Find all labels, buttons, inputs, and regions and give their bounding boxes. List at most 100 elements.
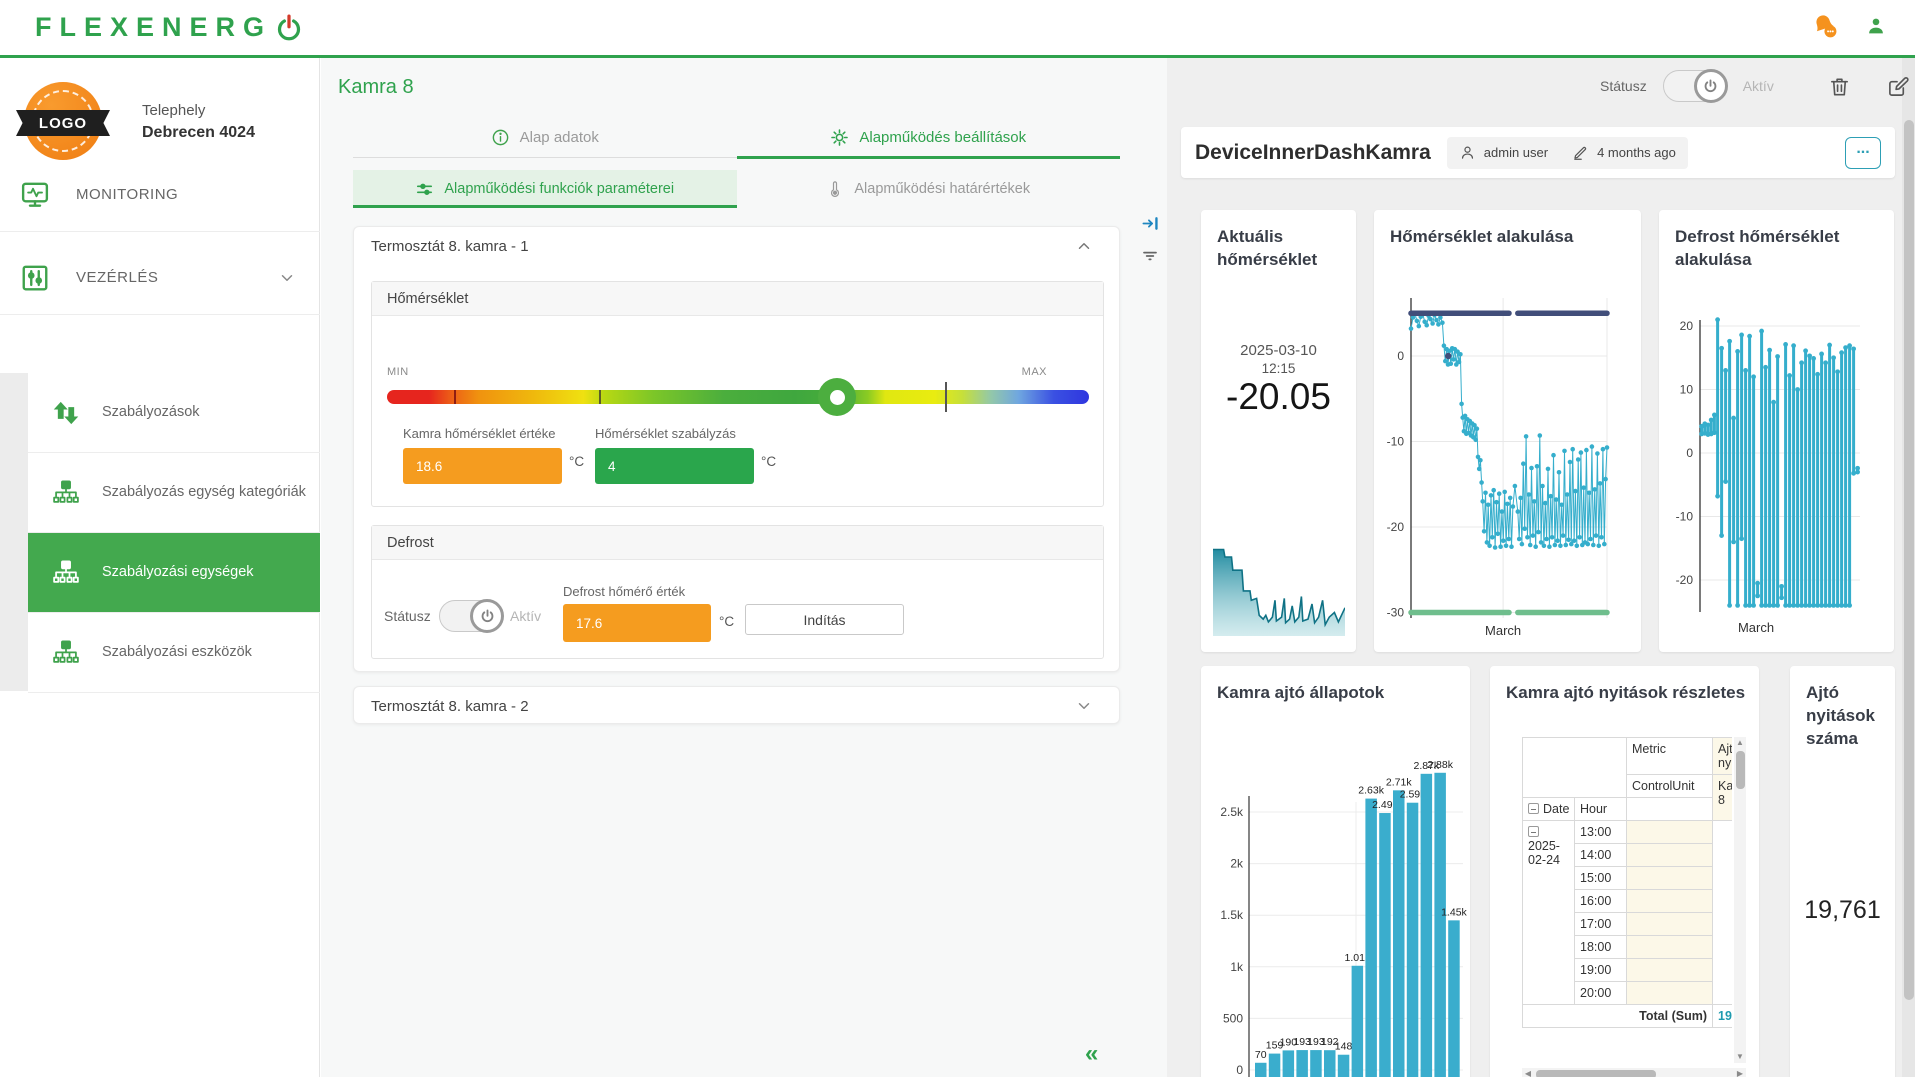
company-logo: LOGO	[20, 74, 106, 170]
slider-tick-high	[945, 382, 947, 412]
current-temp-title: Aktuális hőmérséklet	[1201, 210, 1356, 272]
notifications-bell-icon[interactable]	[1809, 12, 1839, 40]
temperature-section-title: Hőmérséklet	[372, 282, 1103, 316]
subtab-funkciok-parameterei[interactable]: Alapműködési funkciók paraméterei	[353, 170, 737, 208]
defrost-status-label: Státusz	[384, 608, 431, 624]
subtab-bar: Alapműködési funkciók paramétereiAlapműk…	[353, 170, 1120, 208]
thermostat-1-title: Termosztát 8. kamra - 1	[371, 238, 529, 255]
scroll-right-icon[interactable]: ▶	[1734, 1068, 1746, 1077]
door-count-title: Ajtó nyitások száma	[1790, 666, 1895, 751]
pivot-hour-cell: 13:00	[1575, 821, 1627, 844]
svg-text:1.45k: 1.45k	[1441, 906, 1467, 918]
pivot-vscroll-thumb[interactable]	[1736, 751, 1745, 789]
pivot-value-cell	[1627, 844, 1713, 867]
hierarchy-icon	[52, 559, 80, 587]
pivot-metric-header: Metric	[1627, 738, 1713, 775]
tab-alapmukodes-beallitasok[interactable]: Alapműködés beállítások	[737, 118, 1121, 157]
temp-control-input[interactable]: 4	[595, 448, 754, 484]
svg-text:-10: -10	[1387, 435, 1405, 449]
sidebar-item-monitoring[interactable]: MONITORING	[0, 158, 320, 232]
pivot-controlunit-value: Kamra 8	[1713, 775, 1733, 821]
pivot-hour-header: Hour	[1575, 798, 1627, 821]
filter-icon[interactable]	[1141, 247, 1160, 265]
pivot-value-cell	[1627, 890, 1713, 913]
sidebar-item-vezerles[interactable]: VEZÉRLÉS	[0, 241, 320, 315]
pivot-hour-cell: 18:00	[1575, 936, 1627, 959]
gear-icon	[830, 128, 849, 147]
pivot-controlunit-header: ControlUnit	[1627, 775, 1713, 798]
scroll-left-icon[interactable]: ◀	[1522, 1068, 1534, 1077]
arrows-up-down-icon	[52, 399, 80, 427]
pivot-row: 2025-02-2413:00	[1523, 821, 1733, 844]
edit-icon[interactable]	[1887, 75, 1910, 98]
pivot-hscroll-thumb[interactable]	[1536, 1070, 1656, 1077]
dashboard-edited: 4 months ago	[1597, 145, 1676, 160]
temp-history-chart: 0-10-20-30March	[1374, 276, 1641, 646]
sidebar-item-label: Szabályozási eszközök	[102, 643, 266, 662]
user-profile-icon[interactable]	[1865, 15, 1887, 37]
dashboard-author: admin user	[1484, 145, 1548, 160]
defrost-history-title: Defrost hőmérséklet alakulása	[1659, 210, 1849, 272]
defrost-section-title: Defrost	[372, 526, 1103, 560]
pivot-hour-cell: 17:00	[1575, 913, 1627, 936]
thermostat-2-header[interactable]: Termosztát 8. kamra - 2	[354, 687, 1119, 723]
scroll-up-icon[interactable]: ▲	[1734, 737, 1746, 749]
defrost-status-toggle[interactable]	[439, 600, 503, 632]
pivot-date-header[interactable]: Date	[1523, 798, 1575, 821]
scroll-down-icon[interactable]: ▼	[1734, 1051, 1746, 1063]
door-states-card: Kamra ajtó állapotok 05001k1.5k2k2.5k701…	[1201, 666, 1470, 1077]
sliders-v-icon	[20, 263, 50, 293]
kamra-temp-label: Kamra hőmérséklet értéke	[403, 426, 562, 441]
pivot-date-cell[interactable]: 2025-02-24	[1523, 821, 1575, 1005]
sliders-h-icon	[415, 180, 434, 199]
svg-text:0: 0	[1397, 349, 1404, 363]
pivot-metric-value: Ajtó nyitások	[1713, 738, 1733, 775]
svg-text:-20: -20	[1676, 573, 1694, 587]
brand-text: FLEXENERG	[35, 12, 272, 43]
sidebar-item-szabalyozasok[interactable]: Szabályozások	[28, 373, 320, 453]
dashboard-scrollbar-thumb[interactable]	[1904, 120, 1914, 1000]
thermostat-1-card: Termosztát 8. kamra - 1 Hőmérséklet MIN …	[353, 226, 1120, 672]
sidebar-item-szabalyozasi-egysegek[interactable]: Szabályozási egységek	[28, 533, 320, 613]
svg-text:March: March	[1485, 623, 1521, 638]
pivot-hour-cell: 19:00	[1575, 959, 1627, 982]
arrow-to-bar-icon[interactable]	[1141, 214, 1160, 233]
defrost-temp-input[interactable]: 17.6	[563, 604, 711, 642]
current-temp-sparkline	[1213, 542, 1345, 638]
sidebar-item-szabalyozas-egyseg-kategoriak[interactable]: Szabályozás egység kategóriák	[28, 453, 320, 533]
submenu-indent-gutter	[0, 373, 28, 691]
defrost-temp-unit: °C	[719, 614, 734, 629]
panel-collapse-button[interactable]: «	[1085, 1040, 1098, 1068]
kamra-temp-input[interactable]: 18.6	[403, 448, 562, 484]
thermostat-2-title: Termosztát 8. kamra - 2	[371, 698, 529, 715]
pivot-total-label: Total (Sum)	[1523, 1005, 1713, 1028]
svg-text:2k: 2k	[1230, 857, 1244, 871]
temperature-slider[interactable]	[387, 390, 1089, 404]
svg-text:-10: -10	[1676, 510, 1694, 524]
sidebar-item-label: Szabályozások	[102, 403, 214, 422]
dashboard-scrollbar[interactable]	[1902, 58, 1915, 1077]
tab-alap-adatok[interactable]: Alap adatok	[353, 118, 737, 157]
defrost-start-button[interactable]: Indítás	[745, 604, 904, 635]
sidebar: LOGO Telephely Debrecen 4024 MONITORINGV…	[0, 58, 320, 1077]
temperature-slider-handle[interactable]	[818, 378, 856, 416]
device-status-toggle[interactable]	[1663, 70, 1727, 102]
brand-logo: FLEXENERG	[35, 12, 304, 43]
delete-icon[interactable]	[1828, 75, 1851, 98]
pivot-table: MetricAjtó nyitásokControlUnitKamra 8 Dat…	[1522, 737, 1732, 1028]
dashboard-menu-button[interactable]: ...	[1845, 137, 1881, 169]
main-content: Kamra 8 Alap adatokAlapműködés beállítás…	[321, 58, 1167, 1077]
power-icon	[479, 608, 496, 625]
sidebar-item-szabalyozasi-eszkozok[interactable]: Szabályozási eszközök	[28, 613, 320, 693]
tab-bar: Alap adatokAlapműködés beállítások	[353, 118, 1120, 158]
edited-pencil-icon	[1572, 144, 1589, 161]
temp-history-card: Hőmérséklet alakulása 0-10-20-30March	[1374, 210, 1641, 652]
pivot-vertical-scrollbar[interactable]: ▲ ▼	[1734, 737, 1746, 1063]
pivot-horizontal-scrollbar[interactable]: ◀ ▶	[1522, 1068, 1746, 1077]
subtab-hatarertekek[interactable]: Alapműködési határértékek	[737, 170, 1121, 208]
hierarchy-icon	[52, 639, 80, 667]
svg-text:1.5k: 1.5k	[1220, 908, 1244, 922]
thermostat-1-header[interactable]: Termosztát 8. kamra - 1	[354, 227, 1119, 263]
door-states-title: Kamra ajtó állapotok	[1201, 666, 1470, 705]
svg-text:2.71k: 2.71k	[1386, 776, 1412, 788]
